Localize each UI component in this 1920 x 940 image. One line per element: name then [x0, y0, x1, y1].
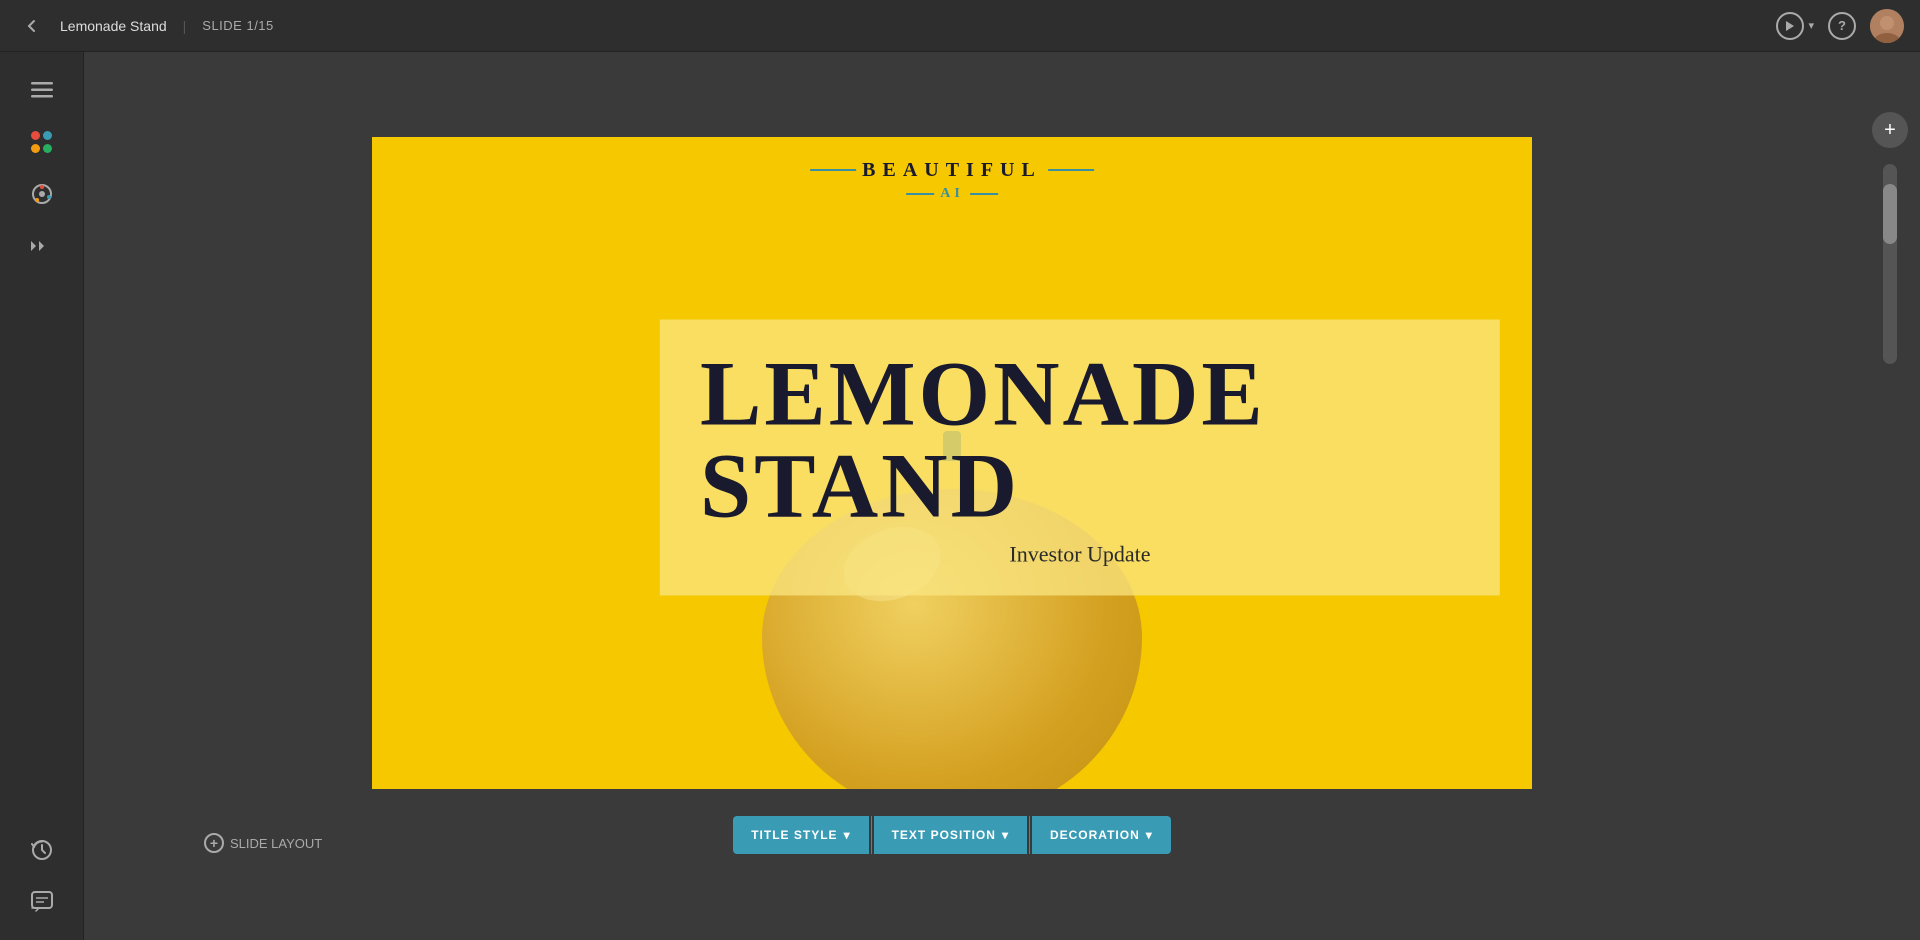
slide-canvas[interactable]: BEAUTIFUL AI: [372, 137, 1532, 790]
bai-text-beautiful: BEAUTIFUL: [856, 159, 1048, 182]
left-sidebar: [0, 52, 84, 940]
scrollbar-thumb: [1883, 184, 1897, 244]
play-dropdown-arrow: ▾: [1808, 19, 1814, 32]
title-style-dropdown-icon: ▾: [844, 828, 851, 842]
help-button[interactable]: ?: [1828, 12, 1856, 40]
sidebar-icon-comments[interactable]: [20, 880, 64, 924]
slide-layout-add-icon: +: [204, 833, 224, 853]
slide-indicator: SLIDE 1/15: [202, 18, 274, 33]
slide-layout-button[interactable]: + SLIDE LAYOUT: [204, 833, 322, 853]
sidebar-icon-history[interactable]: [20, 828, 64, 872]
decoration-button[interactable]: DECORATION ▾: [1032, 816, 1171, 854]
bai-logo-bottom: AI: [906, 186, 998, 202]
sidebar-icon-menu[interactable]: [20, 68, 64, 112]
top-bar-left: Lemonade Stand | SLIDE 1/15: [16, 10, 1776, 42]
toolbar-divider-1: [871, 816, 872, 854]
avatar[interactable]: [1870, 9, 1904, 43]
back-button[interactable]: [16, 10, 48, 42]
slide-subtitle: Investor Update: [1009, 541, 1150, 567]
sidebar-icon-palette[interactable]: [20, 172, 64, 216]
play-circle-icon: [1776, 12, 1804, 40]
text-position-button[interactable]: TEXT POSITION ▾: [874, 816, 1027, 854]
bai-bottom-line-left: [906, 193, 934, 195]
slide-layout-label: SLIDE LAYOUT: [230, 836, 322, 851]
color-grid-icon: [31, 131, 53, 153]
toolbar-buttons: TITLE STYLE ▾ TEXT POSITION ▾ DECORATION…: [733, 816, 1171, 854]
decoration-dropdown-icon: ▾: [1146, 828, 1153, 842]
bai-top-line-right: [1048, 169, 1094, 171]
right-panel: +: [1860, 52, 1920, 940]
slide-wrapper: BEAUTIFUL AI: [372, 137, 1532, 790]
bai-logo-top: BEAUTIFUL: [810, 159, 1094, 182]
bai-text-ai: AI: [940, 186, 964, 202]
title-style-button[interactable]: TITLE STYLE ▾: [733, 816, 868, 854]
title-box[interactable]: LEMONADE STAND Investor Update: [660, 319, 1500, 595]
center-content: BEAUTIFUL AI: [84, 52, 1860, 940]
toolbar-divider-2: [1029, 816, 1030, 854]
bai-top-line-left: [810, 169, 856, 171]
bai-logo: BEAUTIFUL AI: [810, 159, 1094, 202]
title-divider: |: [183, 18, 187, 34]
play-button[interactable]: ▾: [1776, 12, 1814, 40]
text-position-dropdown-icon: ▾: [1002, 828, 1009, 842]
bottom-area: + SLIDE LAYOUT TITLE STYLE ▾ TEXT POSITI…: [104, 803, 1800, 875]
sidebar-icon-animations[interactable]: [20, 224, 64, 268]
bai-bottom-line-right: [970, 193, 998, 195]
slide-title: LEMONADE STAND: [700, 347, 1460, 531]
sidebar-icon-colors[interactable]: [20, 120, 64, 164]
zoom-add-button[interactable]: +: [1872, 112, 1908, 148]
scrollbar-track[interactable]: [1883, 164, 1897, 364]
top-bar-right: ▾ ?: [1776, 9, 1904, 43]
main-area: BEAUTIFUL AI: [0, 52, 1920, 940]
top-bar: Lemonade Stand | SLIDE 1/15 ▾ ?: [0, 0, 1920, 52]
doc-title: Lemonade Stand: [60, 18, 167, 34]
